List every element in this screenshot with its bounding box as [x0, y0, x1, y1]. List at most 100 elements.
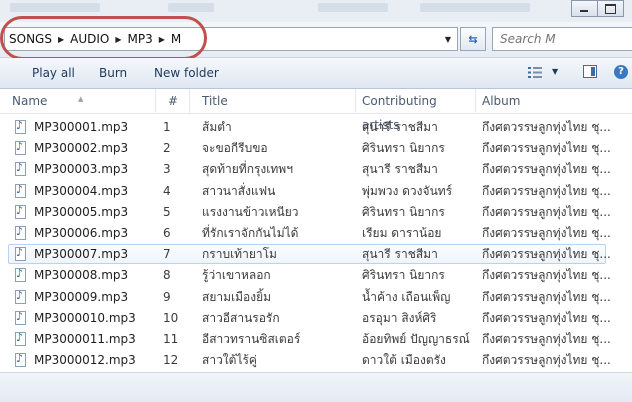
track-title: อีสาวทรานซิสเตอร์	[202, 332, 301, 346]
file-row[interactable]: MP300003.mp3 3 สุดท้ายที่กรุงเทพฯ สุนารี…	[0, 159, 632, 180]
track-artist: ดาวใต้ เมืองตรัง	[362, 353, 446, 368]
track-artist: ศิรินทรา นิยากร	[362, 204, 445, 219]
file-row[interactable]: MP300002.mp3 2 จะขอกีรีบขอ ศิรินทรา นิยา…	[0, 138, 632, 159]
audio-file-icon	[15, 265, 26, 283]
track-number: 6	[163, 226, 171, 240]
column-label: Name	[12, 94, 48, 108]
track-artist: พุ่มพวง ดวงจันทร์	[362, 183, 453, 198]
address-bar[interactable]: SONGS ▶ AUDIO ▶ MP3 ▶ M ▼	[4, 27, 458, 51]
track-album: กึงศตวรรษลูกทุ่งไทย ชุ...	[482, 204, 611, 219]
track-number: 4	[163, 183, 171, 198]
track-title: กราบเท้ายาโม	[202, 247, 277, 262]
refresh-button[interactable]: ⇆	[460, 27, 486, 51]
file-row[interactable]: MP3000012.mp3 12 สาวใต้ไร้คู่ ดาวใต้ เมื…	[0, 350, 632, 371]
preview-pane-icon[interactable]	[583, 65, 597, 78]
audio-file-icon	[15, 350, 26, 368]
track-number: 3	[163, 162, 171, 177]
file-row[interactable]: MP300009.mp3 9 สยามเมืองยิ้ม น้ำค้าง เถื…	[0, 287, 632, 308]
track-number: 2	[163, 141, 171, 156]
minimize-button[interactable]	[571, 0, 598, 17]
file-row[interactable]: MP300005.mp3 5 แรงงานข้าวเหนียว ศิรินทรา…	[0, 202, 632, 223]
track-artist: เรียม ดาราน้อย	[362, 226, 442, 240]
track-number: 5	[163, 204, 171, 219]
track-artist: อ้อยทิพย์ ปัญญาธรณ์	[362, 332, 470, 346]
breadcrumb-arrow-icon[interactable]: ▶	[56, 35, 66, 44]
track-number: 8	[163, 268, 171, 283]
blurred-text	[168, 3, 214, 12]
burn-button[interactable]: Burn	[99, 66, 127, 80]
column-label: Title	[202, 94, 228, 108]
track-album: กึงศตวรรษลูกทุ่งไทย ชุ...	[482, 310, 611, 325]
file-row[interactable]: MP300004.mp3 4 สาวนาสั่งแฟน พุ่มพวง ดวงจ…	[0, 181, 632, 202]
track-artist: สุนารี ราชสีมา	[362, 162, 438, 177]
file-row[interactable]: MP300008.mp3 8 รู้ว่าเขาหลอก ศิรินทรา นิ…	[0, 265, 632, 286]
column-header-number[interactable]: #	[156, 89, 190, 113]
search-input[interactable]	[493, 31, 632, 47]
column-label: Album	[482, 94, 521, 108]
file-name: MP300005.mp3	[34, 204, 129, 219]
breadcrumb-arrow-icon[interactable]: ▶	[157, 35, 167, 44]
command-bar: Play all Burn New folder ▼ ?	[0, 58, 632, 89]
details-pane	[0, 372, 632, 402]
track-album: กึงศตวรรษลูกทุ่งไทย ชุ...	[482, 141, 611, 156]
file-row[interactable]: MP300001.mp3 1 ส้มตำ สุนารี ราชสีมา กึงศ…	[0, 117, 632, 138]
breadcrumb-mp3[interactable]: MP3	[124, 32, 157, 46]
column-header-name[interactable]: ▲ Name	[0, 89, 156, 113]
file-name: MP300001.mp3	[34, 120, 129, 134]
audio-file-icon	[15, 181, 26, 199]
column-header-title[interactable]: Title	[190, 89, 356, 113]
track-number: 12	[163, 353, 179, 368]
column-header-row: ▲ Name # Title Contributing artists Albu…	[0, 89, 632, 132]
file-row[interactable]: MP300006.mp3 6 ที่รักเราจักกันไม่ได้ เรี…	[0, 223, 632, 244]
track-album: กึงศตวรรษลูกทุ่งไทย ชุ...	[482, 183, 611, 198]
file-name: MP300004.mp3	[34, 183, 129, 198]
audio-file-icon	[15, 329, 26, 347]
track-title: สยามเมืองยิ้ม	[202, 289, 272, 304]
play-all-button[interactable]: Play all	[32, 66, 75, 80]
track-album: กึงศตวรรษลูกทุ่งไทย ชุ...	[482, 289, 611, 304]
track-title: สาวนาสั่งแฟน	[202, 183, 276, 198]
file-name: MP3000011.mp3	[34, 332, 136, 346]
breadcrumb-songs[interactable]: SONGS	[5, 32, 56, 46]
track-title: จะขอกีรีบขอ	[202, 141, 268, 156]
audio-file-icon	[15, 287, 26, 305]
track-artist: ศิรินทรา นิยากร	[362, 268, 445, 283]
track-title: สุดท้ายที่กรุงเทพฯ	[202, 162, 293, 177]
breadcrumb-arrow-icon[interactable]: ▶	[113, 35, 123, 44]
file-row[interactable]: MP300007.mp3 7 กราบเท้ายาโม สุนารี ราชสี…	[0, 244, 632, 265]
blurred-text	[420, 3, 530, 12]
track-number: 7	[163, 247, 171, 262]
sort-ascending-icon: ▲	[78, 95, 84, 103]
track-album: กึงศตวรรษลูกทุ่งไทย ชุ...	[482, 247, 611, 262]
track-title: สาวอีสานรอรัก	[202, 310, 280, 325]
maximize-button[interactable]	[597, 0, 624, 17]
address-dropdown-icon[interactable]: ▼	[439, 28, 457, 50]
track-number: 1	[163, 120, 171, 134]
search-box[interactable]	[492, 27, 632, 51]
track-artist: สุนารี ราชสีมา	[362, 247, 438, 262]
audio-file-icon	[15, 202, 26, 220]
refresh-icon: ⇆	[468, 32, 478, 46]
column-header-artists[interactable]: Contributing artists	[350, 89, 476, 132]
help-icon[interactable]: ?	[614, 65, 628, 79]
breadcrumb-m[interactable]: M	[167, 32, 185, 46]
address-row: SONGS ▶ AUDIO ▶ MP3 ▶ M ▼ ⇆	[0, 22, 632, 58]
column-header-album[interactable]: Album	[470, 89, 620, 113]
column-label: #	[168, 94, 179, 108]
view-dropdown-icon[interactable]: ▼	[552, 67, 558, 76]
track-artist: น้ำค้าง เถือนเพ็ญ	[362, 289, 451, 304]
track-artist: อรอุมา สิงห์ศิริ	[362, 310, 437, 325]
breadcrumb-audio[interactable]: AUDIO	[66, 32, 113, 46]
file-row[interactable]: MP3000011.mp3 11 อีสาวทรานซิสเตอร์ อ้อยท…	[0, 329, 632, 350]
change-view-icon[interactable]	[528, 67, 542, 78]
file-name: MP3000012.mp3	[34, 353, 136, 368]
background-window-strip	[0, 0, 632, 22]
blurred-text	[318, 3, 388, 12]
audio-file-icon	[15, 223, 26, 241]
track-number: 10	[163, 310, 179, 325]
track-album: กึงศตวรรษลูกทุ่งไทย ชุ...	[482, 226, 611, 240]
file-row[interactable]: MP3000010.mp3 10 สาวอีสานรอรัก อรอุมา สิ…	[0, 308, 632, 329]
file-name: MP300009.mp3	[34, 289, 129, 304]
file-name: MP300007.mp3	[34, 247, 129, 262]
new-folder-button[interactable]: New folder	[154, 66, 219, 80]
